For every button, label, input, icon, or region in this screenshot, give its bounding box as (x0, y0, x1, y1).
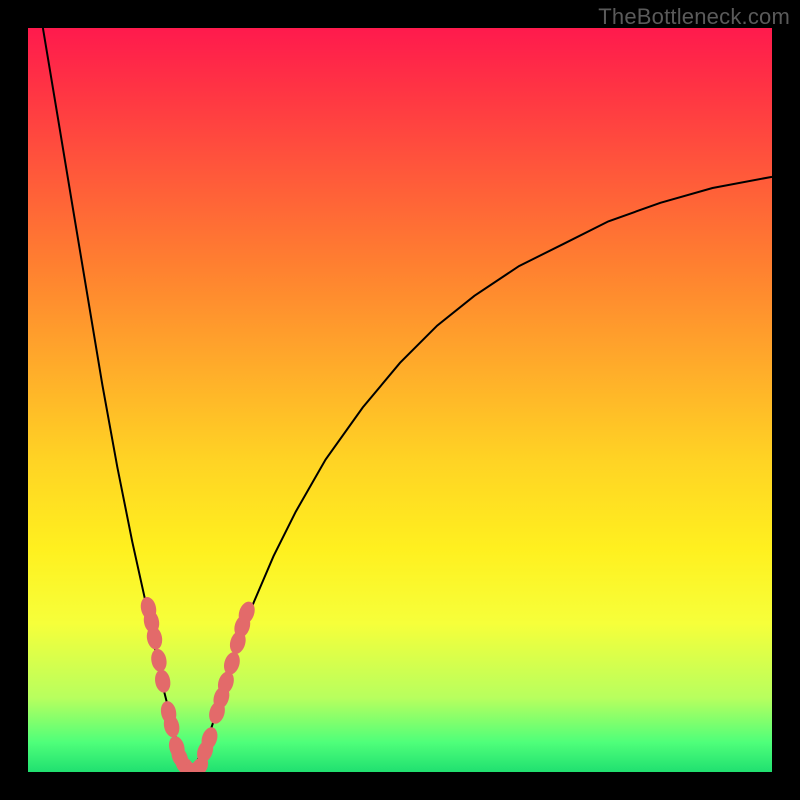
watermark-text: TheBottleneck.com (598, 4, 790, 30)
bottleneck-curve (28, 28, 772, 772)
curve-bead (154, 669, 172, 693)
curve-bead (150, 648, 168, 672)
plot-area (28, 28, 772, 772)
curve-left-branch (43, 28, 192, 772)
curve-right-branch (192, 177, 772, 772)
outer-frame: TheBottleneck.com (0, 0, 800, 800)
